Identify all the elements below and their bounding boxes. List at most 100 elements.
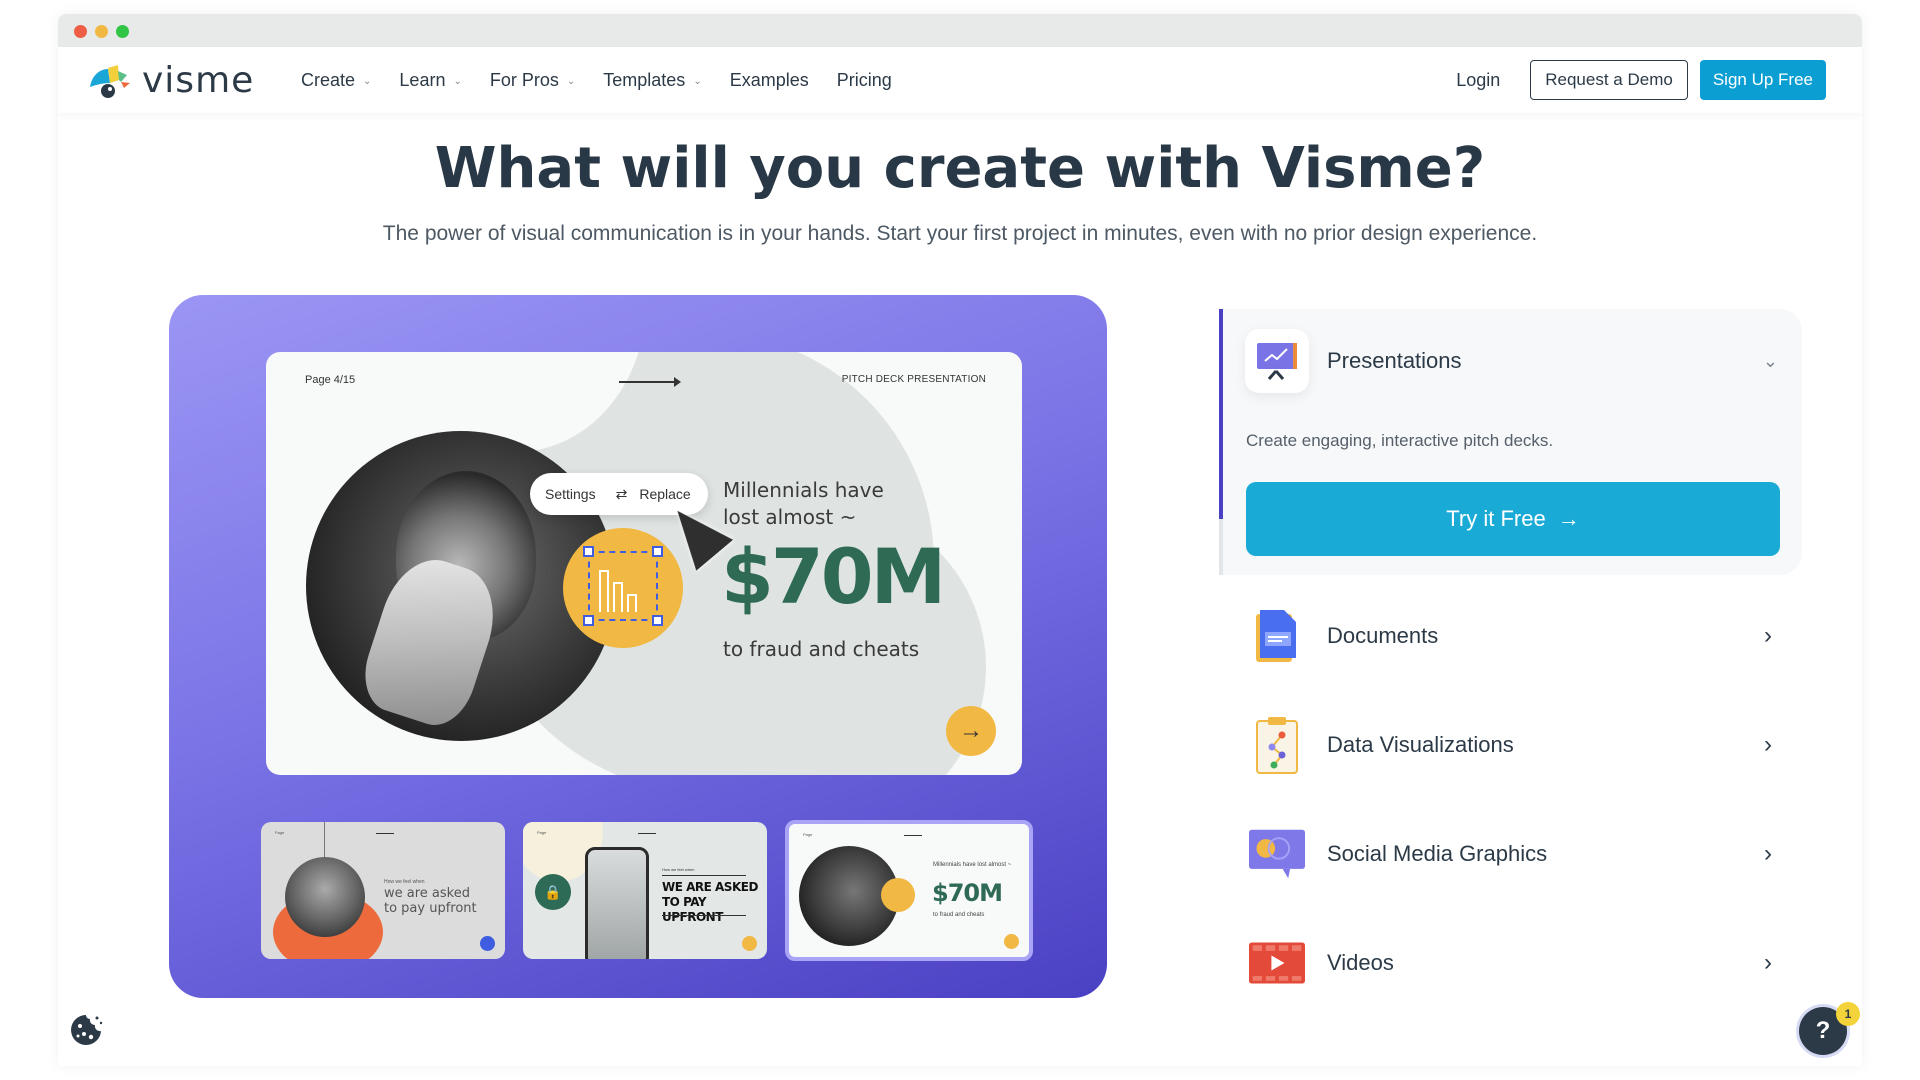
slide-text-intro: Millennials have lost almost ~	[723, 477, 884, 531]
question-icon: ?	[1815, 1017, 1831, 1044]
resize-handle[interactable]	[583, 546, 594, 557]
settings-button[interactable]: Settings	[545, 486, 596, 502]
request-demo-button[interactable]: Request a Demo	[1530, 60, 1688, 100]
resize-handle[interactable]	[583, 615, 594, 626]
divider	[662, 875, 746, 876]
title-bar	[58, 14, 1862, 47]
thumb-small-text: How we feel when	[384, 879, 425, 885]
chevron-right-icon: ›	[1764, 621, 1772, 649]
try-it-free-label: Try it Free	[1446, 506, 1546, 531]
chevron-down-icon: ⌄	[693, 75, 702, 87]
category-title: Presentations	[1327, 348, 1462, 373]
chevron-right-icon: ›	[1764, 839, 1772, 867]
sign-up-button[interactable]: Sign Up Free	[1699, 60, 1826, 100]
nav-examples-label: Examples	[729, 69, 809, 90]
category-title: Documents	[1327, 622, 1439, 648]
main-slide-preview: Page 4/15 PITCH DECK PRESENTATION Settin…	[266, 352, 1022, 775]
slide-thumbnail[interactable]: Page How we feel when we are asked to pa…	[261, 822, 505, 959]
logo-text: visme	[142, 60, 255, 101]
visme-logo[interactable]: visme	[88, 61, 254, 101]
thumb-small-text: How we feel when	[662, 867, 695, 872]
thumb-small-text: Millennials have lost almost ~	[933, 862, 1012, 868]
chevron-right-icon: ›	[1764, 730, 1772, 758]
presentation-preview: Page 4/15 PITCH DECK PRESENTATION Settin…	[169, 295, 1107, 998]
thumb-page: Page	[803, 832, 813, 837]
thumb-text-line: to pay upfront	[384, 901, 477, 916]
category-item-videos[interactable]: Videos ›	[1219, 908, 1802, 1017]
slide-text-outro: to fraud and cheats	[723, 637, 920, 661]
thumb-small-text: to fraud and cheats	[933, 912, 985, 918]
category-title: Social Media Graphics	[1327, 840, 1548, 866]
arrow-right-icon: →	[959, 717, 983, 744]
category-title: Videos	[1327, 949, 1394, 975]
notification-badge: 1	[1836, 1002, 1860, 1026]
browser-window: visme Create ⌄ Learn ⌄ For Pros ⌄ Templa…	[58, 14, 1862, 1066]
close-window-button[interactable]	[74, 25, 87, 38]
document-icon	[1249, 608, 1305, 664]
thumb-page: Page	[537, 830, 547, 835]
selection-box[interactable]	[583, 546, 663, 626]
thumb-text: we are asked to pay upfront	[384, 886, 477, 916]
cookie-settings-button[interactable]	[66, 1010, 106, 1050]
nav-pricing-label: Pricing	[836, 69, 892, 90]
category-item-social-media-graphics[interactable]: Social Media Graphics ›	[1219, 799, 1802, 908]
next-slide-button[interactable]: →	[946, 706, 996, 756]
thumb-page: Page	[275, 830, 285, 835]
resize-handle[interactable]	[652, 546, 663, 557]
arrow-right-icon: →	[1557, 506, 1580, 531]
minimize-window-button[interactable]	[95, 25, 108, 38]
thumb-text-line: we are asked	[384, 886, 470, 901]
video-icon	[1249, 935, 1305, 991]
lock-icon: 🔒	[535, 874, 571, 910]
nav-learn-label: Learn	[399, 69, 446, 90]
page-title: What will you create with Visme?	[434, 136, 1486, 201]
slide-text-line: lost almost ~	[723, 505, 857, 529]
nav-for-pros[interactable]: For Pros ⌄	[490, 70, 575, 91]
resize-handle[interactable]	[652, 615, 663, 626]
thumb-next-button	[1004, 934, 1019, 949]
thumb-big-number: $70M	[932, 879, 1003, 907]
nav-examples[interactable]: Examples	[730, 70, 809, 91]
decorative-line	[324, 822, 325, 859]
category-item-data-visualizations[interactable]: Data Visualizations ›	[1219, 690, 1802, 799]
cookie-icon	[71, 1015, 103, 1045]
arrow-right-icon	[619, 377, 681, 387]
category-item-documents[interactable]: Documents ›	[1219, 581, 1802, 690]
slide-thumbnail-selected[interactable]: Page Millennials have lost almost ~ $70M…	[785, 820, 1033, 961]
thumb-next-button	[742, 936, 757, 951]
nav-create[interactable]: Create ⌄	[301, 70, 371, 91]
thumb-text-line: TO PAY UPFRONT	[662, 895, 723, 924]
category-accordion: Presentations ⌄ Create engaging, interac…	[1219, 309, 1802, 1017]
thumb-text: WE ARE ASKED TO PAY UPFRONT	[662, 880, 767, 925]
thumb-text-line: WE ARE ASKED	[662, 880, 758, 894]
data-visualization-icon	[1249, 716, 1305, 774]
nav-pricing[interactable]: Pricing	[837, 70, 892, 91]
arrow-right-icon	[904, 835, 922, 836]
top-navigation: visme Create ⌄ Learn ⌄ For Pros ⌄ Templa…	[58, 47, 1862, 113]
slide-text-line: Millennials have	[723, 478, 884, 502]
nav-templates-label: Templates	[603, 69, 686, 90]
category-item-presentations[interactable]: Presentations ⌄ Create engaging, interac…	[1219, 309, 1802, 575]
slide-thumbnails: Page How we feel when we are asked to pa…	[261, 820, 1033, 961]
page-subtitle: The power of visual communication is in …	[382, 222, 1538, 245]
login-link[interactable]: Login	[1456, 70, 1500, 91]
nav-create-label: Create	[301, 69, 356, 90]
chevron-down-icon: ⌄	[1762, 350, 1778, 371]
chart-icon-badge	[881, 878, 915, 912]
thumb-photo	[285, 857, 365, 937]
slide-page-number: Page 4/15	[305, 374, 356, 386]
nav-for-pros-label: For Pros	[489, 69, 559, 90]
main-menu: Create ⌄ Learn ⌄ For Pros ⌄ Templates ⌄ …	[301, 47, 920, 113]
slide-deck-label: PITCH DECK PRESENTATION	[841, 374, 986, 385]
visme-logo-icon	[90, 65, 130, 98]
nav-learn[interactable]: Learn ⌄	[399, 70, 461, 91]
nav-templates[interactable]: Templates ⌄	[603, 70, 701, 91]
try-it-free-button[interactable]: Try it Free →	[1246, 482, 1780, 556]
replace-button[interactable]: Replace	[639, 486, 690, 502]
category-header[interactable]: Presentations ⌄	[1245, 329, 1782, 393]
maximize-window-button[interactable]	[116, 25, 129, 38]
chevron-down-icon: ⌄	[453, 75, 462, 87]
replace-icon: ⇄	[615, 485, 628, 502]
progress-indicator	[1219, 309, 1223, 520]
slide-thumbnail[interactable]: Page 🔒 How we feel when WE ARE ASKED TO …	[523, 822, 767, 959]
